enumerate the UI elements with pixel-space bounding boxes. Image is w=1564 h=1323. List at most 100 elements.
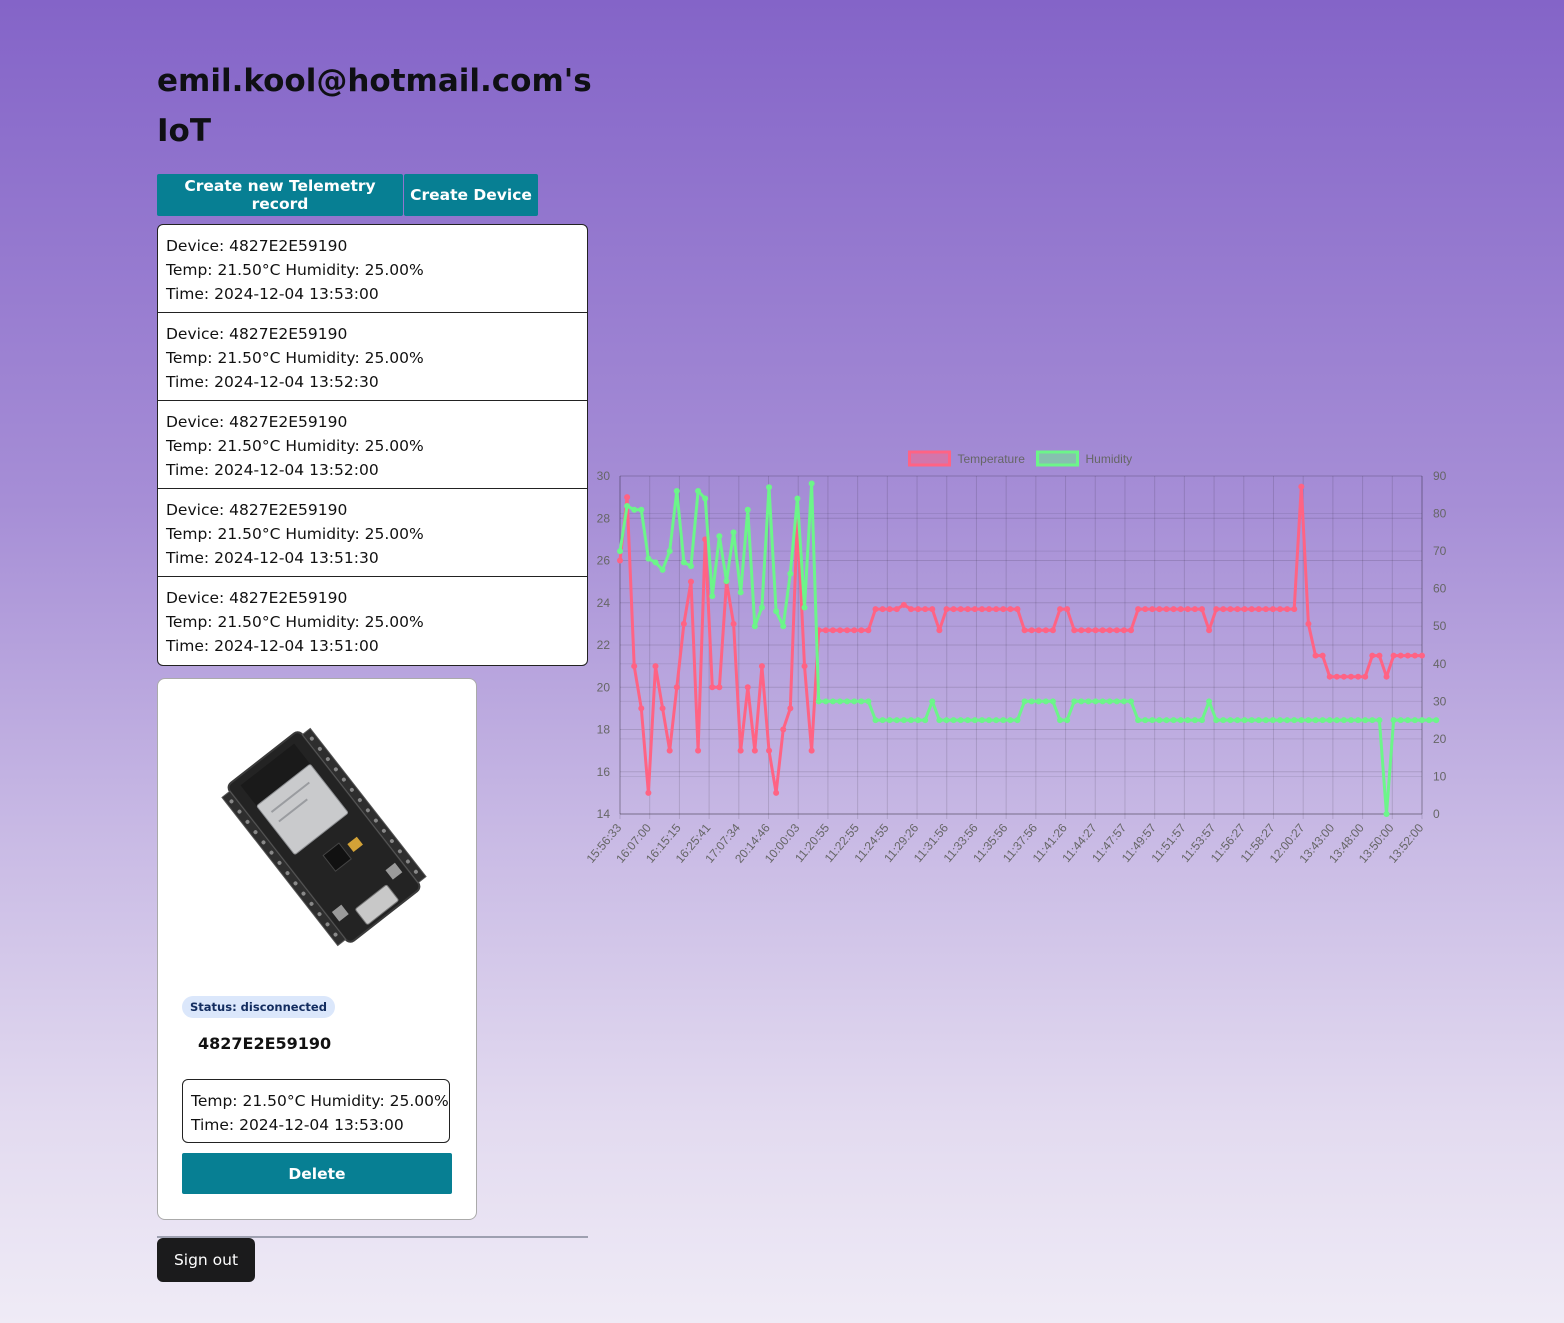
humidity-point bbox=[993, 717, 1000, 724]
legend-humidity-label: Humidity bbox=[1086, 452, 1133, 466]
humidity-point bbox=[922, 717, 929, 724]
humidity-point bbox=[1411, 717, 1418, 724]
temperature-point bbox=[666, 747, 673, 754]
temperature-point bbox=[978, 606, 985, 613]
temperature-point bbox=[680, 620, 687, 627]
humidity-point bbox=[858, 698, 865, 705]
humidity-point bbox=[1248, 717, 1255, 724]
temperature-point bbox=[1135, 606, 1142, 613]
y-right-tick-label: 0 bbox=[1433, 807, 1440, 821]
humidity-point bbox=[1106, 698, 1113, 705]
temperature-point bbox=[1049, 627, 1056, 634]
temperature-point bbox=[1021, 627, 1028, 634]
chart-grid bbox=[619, 475, 1423, 819]
humidity-point bbox=[1404, 717, 1411, 724]
humidity-point bbox=[666, 548, 673, 555]
humidity-point bbox=[1170, 717, 1177, 724]
temperature-point bbox=[687, 578, 694, 585]
humidity-point bbox=[943, 717, 950, 724]
humidity-point bbox=[929, 698, 936, 705]
y-right-tick-label: 50 bbox=[1433, 619, 1447, 633]
temperature-point bbox=[659, 705, 666, 712]
humidity-point bbox=[1035, 698, 1042, 705]
temperature-point bbox=[837, 627, 844, 634]
humidity-point bbox=[1191, 717, 1198, 724]
temperature-point bbox=[893, 606, 900, 613]
temperature-point bbox=[1000, 606, 1007, 613]
humidity-point bbox=[624, 503, 631, 510]
temperature-point bbox=[865, 627, 872, 634]
temperature-point bbox=[1156, 606, 1163, 613]
temperature-point bbox=[1092, 627, 1099, 634]
temperature-point bbox=[1028, 627, 1035, 634]
temperature-point bbox=[730, 620, 737, 627]
temperature-point bbox=[1191, 606, 1198, 613]
humidity-point bbox=[702, 495, 709, 502]
humidity-point bbox=[865, 698, 872, 705]
humidity-point bbox=[915, 717, 922, 724]
humidity-point bbox=[1184, 717, 1191, 724]
temperature-point bbox=[1348, 673, 1355, 680]
humidity-point bbox=[1227, 717, 1234, 724]
temperature-point bbox=[1383, 673, 1390, 680]
humidity-point bbox=[652, 559, 659, 566]
temperature-point bbox=[971, 606, 978, 613]
temperature-point bbox=[1305, 620, 1312, 627]
temperature-point bbox=[829, 627, 836, 634]
humidity-point bbox=[723, 578, 730, 585]
humidity-point bbox=[1028, 698, 1035, 705]
temperature-point bbox=[1262, 606, 1269, 613]
humidity-point bbox=[1099, 698, 1106, 705]
humidity-point bbox=[1149, 717, 1156, 724]
humidity-point bbox=[1376, 717, 1383, 724]
temperature-point bbox=[1106, 627, 1113, 634]
humidity-point bbox=[900, 717, 907, 724]
temperature-point bbox=[993, 606, 1000, 613]
humidity-point bbox=[815, 698, 822, 705]
humidity-point bbox=[673, 488, 680, 495]
humidity-point bbox=[1312, 717, 1319, 724]
humidity-point bbox=[1049, 698, 1056, 705]
y-left-tick-label: 16 bbox=[597, 765, 611, 779]
humidity-point bbox=[1433, 717, 1440, 724]
temperature-point bbox=[822, 627, 829, 634]
humidity-point bbox=[1071, 698, 1078, 705]
humidity-point bbox=[1156, 717, 1163, 724]
humidity-point bbox=[1163, 717, 1170, 724]
temperature-point bbox=[737, 747, 744, 754]
temperature-point bbox=[1206, 627, 1213, 634]
temperature-point bbox=[695, 747, 702, 754]
y-left-tick-label: 14 bbox=[597, 807, 611, 821]
temperature-point bbox=[1397, 652, 1404, 659]
humidity-point bbox=[1383, 811, 1390, 817]
temperature-point bbox=[766, 747, 773, 754]
temperature-point bbox=[1277, 606, 1284, 613]
humidity-point bbox=[1234, 717, 1241, 724]
temperature-point bbox=[1298, 483, 1305, 490]
humidity-point bbox=[808, 480, 815, 487]
humidity-point bbox=[1021, 698, 1028, 705]
temperature-point bbox=[1014, 606, 1021, 613]
humidity-point bbox=[1298, 717, 1305, 724]
temperature-point bbox=[929, 606, 936, 613]
temperature-point bbox=[950, 606, 957, 613]
temperature-point bbox=[1128, 627, 1135, 634]
y-left-tick-label: 28 bbox=[597, 511, 611, 525]
temperature-point bbox=[1248, 606, 1255, 613]
temperature-point bbox=[957, 606, 964, 613]
temperature-point bbox=[1064, 606, 1071, 613]
humidity-point bbox=[1397, 717, 1404, 724]
humidity-point bbox=[1206, 698, 1213, 705]
temperature-point bbox=[1291, 606, 1298, 613]
temperature-point bbox=[1085, 627, 1092, 634]
humidity-point bbox=[730, 529, 737, 536]
temperature-point bbox=[1234, 606, 1241, 613]
humidity-point bbox=[1255, 717, 1262, 724]
telemetry-chart: 141618202224262830010203040506070809015:… bbox=[584, 450, 1447, 866]
temperature-point bbox=[879, 606, 886, 613]
temperature-point bbox=[808, 747, 815, 754]
humidity-point bbox=[1241, 717, 1248, 724]
humidity-point bbox=[766, 484, 773, 491]
humidity-point bbox=[879, 717, 886, 724]
temperature-point bbox=[1312, 652, 1319, 659]
